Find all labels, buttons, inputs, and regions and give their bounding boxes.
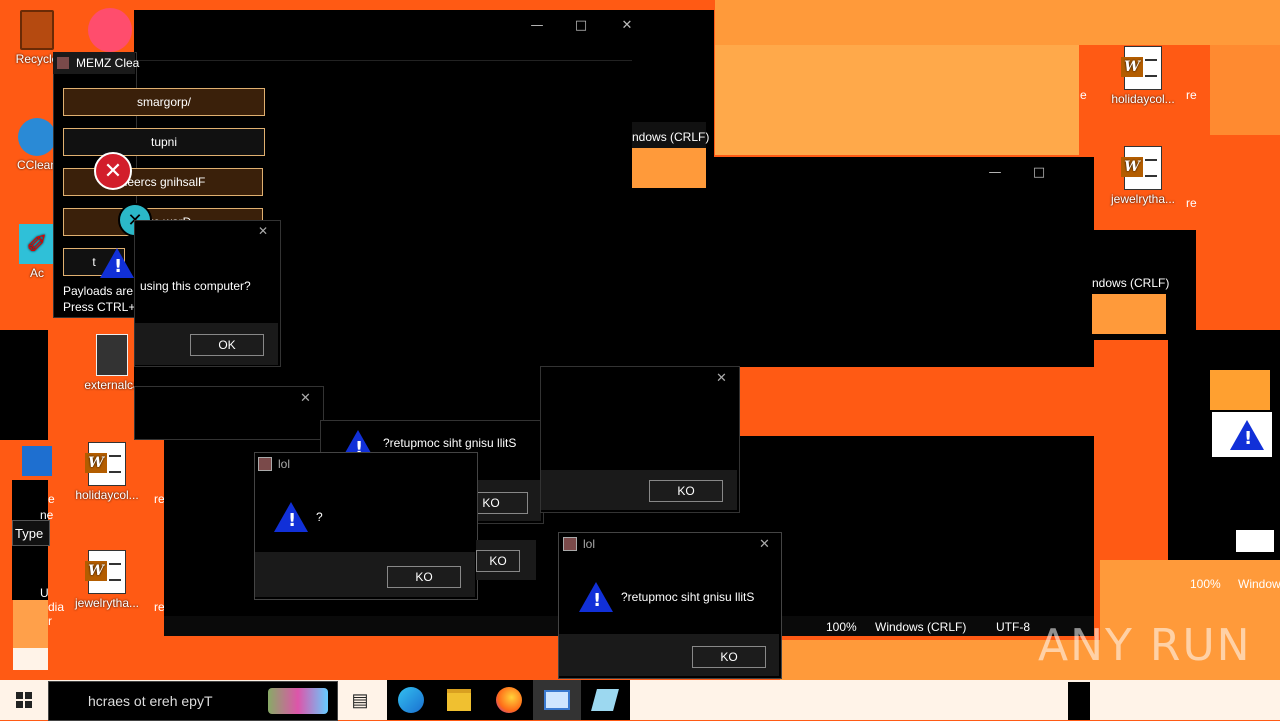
lol-app-icon	[563, 537, 577, 551]
memz-payloads-line2: Press CTRL+S	[63, 300, 144, 314]
fragment-u-left: U	[40, 586, 49, 600]
encoding-mid: ndows (CRLF)	[1092, 276, 1170, 290]
warning-icon: !	[579, 582, 613, 612]
glitch-band-mid	[1210, 45, 1280, 135]
fragment-e-left: e	[48, 492, 55, 506]
close-icon[interactable]: ✕	[716, 370, 727, 386]
maximize-button[interactable]: □	[558, 10, 604, 40]
jewelrytha-icon-left[interactable]: W jewelrytha...	[70, 550, 144, 610]
firefox-icon[interactable]	[485, 680, 533, 720]
memz-taskbar-icon[interactable]	[581, 680, 629, 720]
acrobat-glyph: ✐	[19, 224, 55, 264]
ko-button[interactable]: KO	[692, 646, 766, 668]
word-doc-icon: W	[85, 442, 126, 486]
zoom-level: 100%	[826, 620, 857, 634]
edge-icon-top[interactable]	[88, 8, 132, 52]
memz-button-programs[interactable]: smargorp/	[63, 88, 265, 116]
ko-button[interactable]: KO	[387, 566, 461, 588]
glitch-black-left-2	[0, 330, 48, 440]
notepad-menu-divider	[134, 60, 632, 61]
taskbar-black-right	[1068, 682, 1090, 720]
file-explorer-icon[interactable]	[435, 680, 483, 720]
fragment-dia-left: dia	[48, 600, 65, 614]
glitch-white-left	[13, 648, 48, 670]
holidaycol-icon-left[interactable]: W holidaycol...	[70, 442, 144, 502]
lol-title: lol	[583, 537, 596, 551]
partial-question: ?	[316, 510, 323, 524]
word-doc-icon: W	[1121, 46, 1162, 90]
fragment-e-right: e	[1080, 88, 1087, 102]
minimize-button[interactable]: —	[514, 10, 560, 40]
science-flasks-icon	[268, 688, 328, 714]
warning-icon: !	[1230, 420, 1264, 450]
close-button[interactable]: ✕	[604, 10, 650, 40]
glitch-orange-right	[1210, 370, 1270, 410]
line-ending: Windows (CRLF)	[875, 620, 967, 634]
close-icon[interactable]: ✕	[258, 224, 268, 238]
ok-button[interactable]: OK	[190, 334, 264, 356]
ccleaner-glyph	[18, 118, 56, 156]
encoding-top: ndows (CRLF)	[632, 130, 710, 144]
warning-icon: !	[274, 502, 308, 532]
glitch-white-right-2	[1236, 530, 1274, 552]
glitch-band-top-light	[715, 45, 1080, 155]
line-ending-right: Window	[1238, 577, 1280, 591]
type-label: Type	[15, 526, 44, 541]
start-button[interactable]	[0, 680, 48, 720]
memz-title: MEMZ Clea	[76, 56, 140, 70]
jewelrytha-label-left: jewelrytha...	[74, 596, 140, 610]
holidaycol-label-left: holidaycol...	[75, 488, 139, 502]
holidaycol-icon-right[interactable]: W holidaycol...	[1106, 46, 1180, 106]
glitch-orange-mid	[1092, 294, 1166, 334]
dialog-blank[interactable]	[134, 386, 324, 440]
memz-payloads-line1: Payloads are c	[63, 284, 143, 298]
recycle-bin-glyph	[20, 10, 54, 50]
word-doc-icon: W	[85, 550, 126, 594]
jewelrytha-icon-right[interactable]: W jewelrytha...	[1106, 146, 1180, 206]
edge-icon[interactable]	[387, 680, 435, 720]
search-input[interactable]: hcraes ot ereh epyT	[88, 693, 213, 709]
jewelrytha-label-right: jewelrytha...	[1110, 192, 1176, 206]
windows-logo-icon	[16, 692, 32, 708]
error-icon-red: ✕	[94, 152, 132, 190]
memz-app-icon	[57, 57, 69, 69]
notepad-taskbar-icon[interactable]	[533, 680, 581, 720]
maximize-button[interactable]: □	[1016, 157, 1062, 187]
warning-icon: !	[100, 248, 134, 278]
fragment-re-right-2: re	[1186, 196, 1197, 210]
task-view-icon[interactable]: ▤	[336, 680, 384, 720]
glitch-orange-strip	[632, 148, 706, 188]
glitch-band-top	[715, 0, 1280, 45]
word-doc-icon: W	[1121, 146, 1162, 190]
ok-button[interactable]: KO	[476, 550, 520, 572]
zoom-level-right: 100%	[1190, 577, 1221, 591]
minimize-button[interactable]: —	[972, 157, 1018, 187]
lol-app-icon	[258, 457, 272, 471]
memz-button-flashing-screen[interactable]: neercs gnihsalF	[63, 168, 263, 196]
fragment-re-right-1: re	[1186, 88, 1197, 102]
externalcam-glyph	[96, 334, 128, 376]
memz-button-input[interactable]: tupni	[63, 128, 265, 156]
close-icon[interactable]: ✕	[300, 390, 311, 406]
fragment-r-left: r	[48, 614, 52, 628]
using-computer-text: using this computer?	[140, 279, 251, 293]
still-using-text: ?retupmoc siht gnisu llitS	[383, 436, 517, 450]
charset: UTF-8	[996, 620, 1030, 634]
still-using-text: ?retupmoc siht gnisu llitS	[621, 590, 755, 604]
close-icon[interactable]: ✕	[759, 536, 770, 552]
windows-logo-fragment	[22, 446, 52, 476]
notepad-window-second[interactable]: — □	[714, 157, 1094, 367]
anyrun-watermark: ANY RUN	[1038, 620, 1252, 671]
lol-title: lol	[278, 457, 291, 471]
ko-button[interactable]: KO	[649, 480, 723, 502]
holidaycol-label-right: holidaycol...	[1111, 92, 1175, 106]
